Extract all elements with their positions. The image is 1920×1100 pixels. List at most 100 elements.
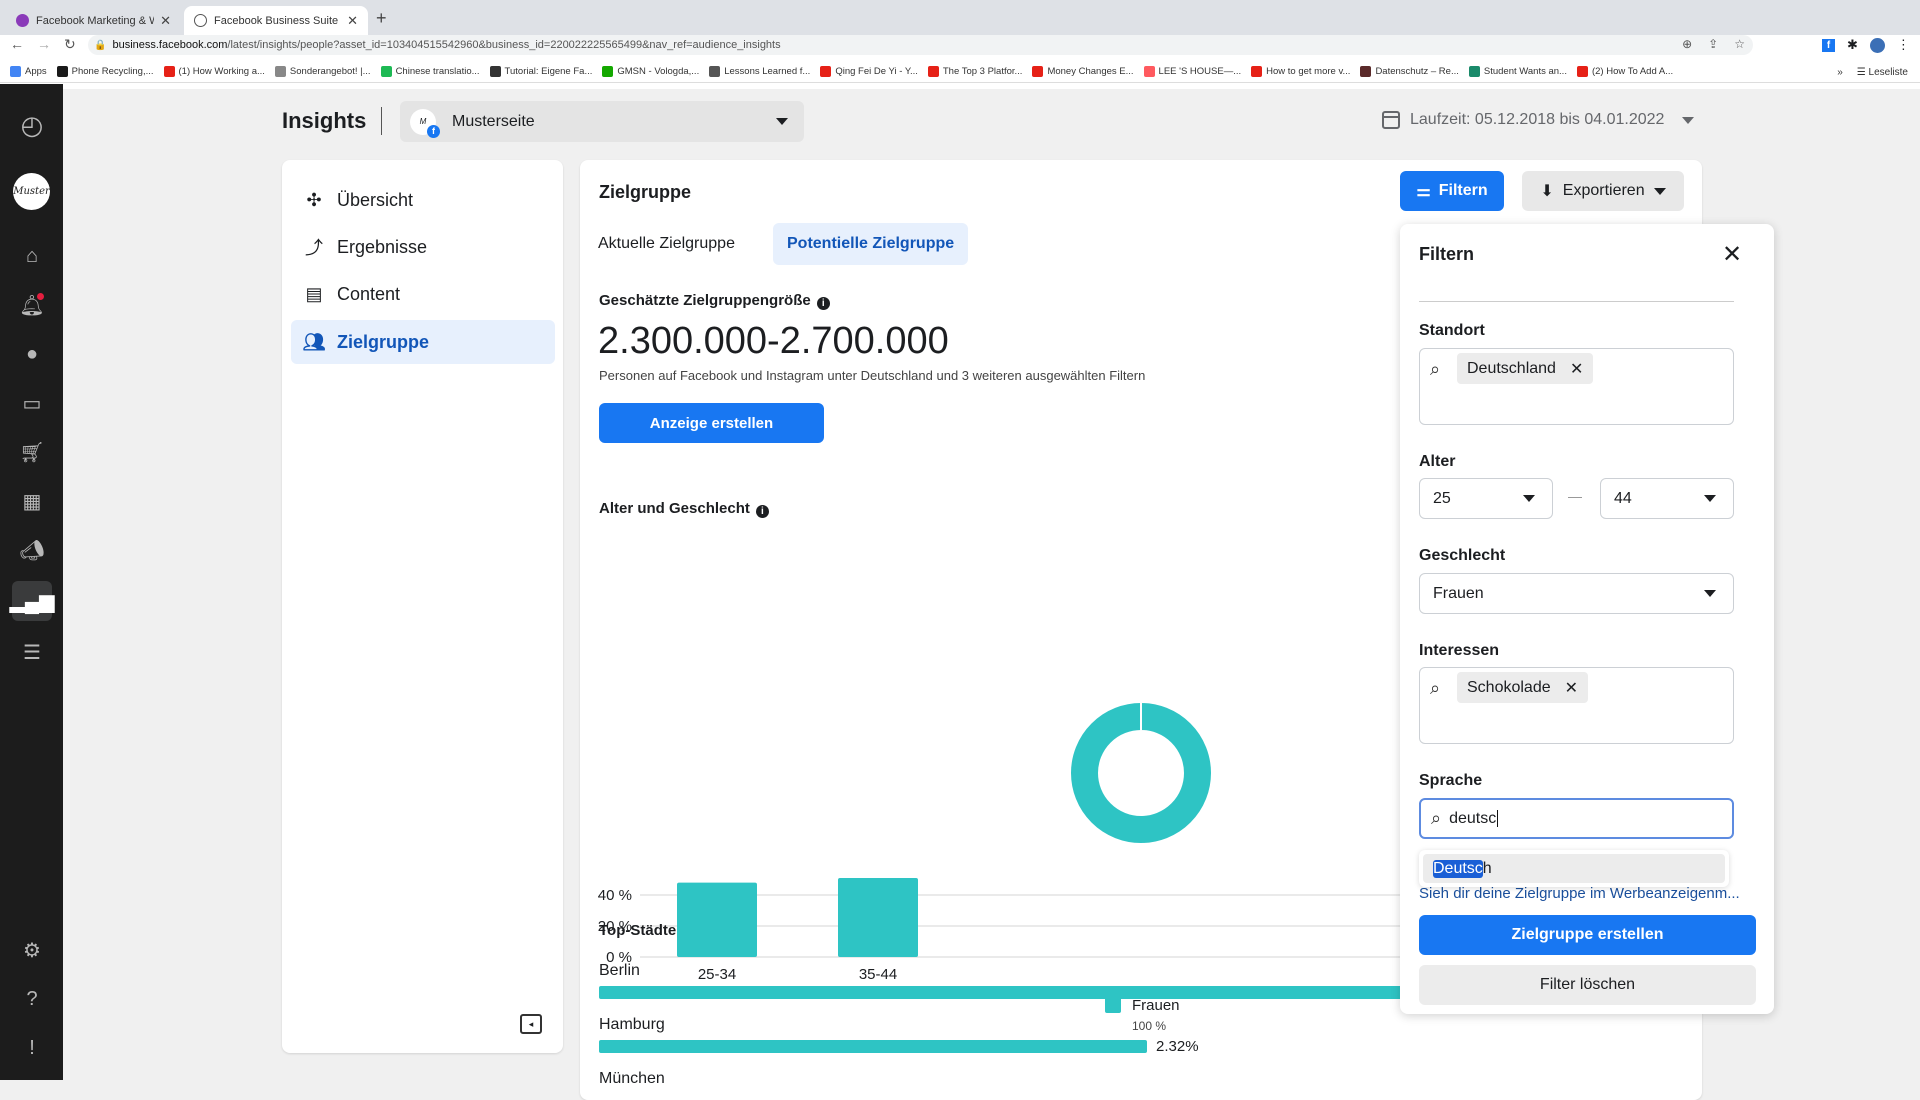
age-min-select[interactable]: 25	[1419, 478, 1553, 519]
bookmark-item[interactable]: Tutorial: Eigene Fa...	[489, 66, 592, 77]
info-icon[interactable]: i	[755, 505, 769, 518]
tab-current-audience[interactable]: Aktuelle Zielgruppe	[584, 223, 749, 265]
address-bar[interactable]: 🔒 business.facebook.com/latest/insights/…	[88, 35, 1753, 55]
create-ad-button[interactable]: Anzeige erstellen	[599, 403, 824, 443]
left-rail: ◴ Muster ⌂ 🔔︎ ● ▭ 🛒︎ ▦ 📣︎ ▂▄▆ ☰ ⚙ ? !	[0, 84, 63, 1080]
age-max-select[interactable]: 44	[1600, 478, 1734, 519]
bookmark-item[interactable]: Lessons Learned f...	[709, 66, 810, 77]
page-avatar[interactable]: Muster	[13, 173, 50, 210]
tab-favicon	[16, 14, 29, 27]
content-icon: ▤	[305, 283, 323, 304]
date-range-selector[interactable]: Laufzeit: 05.12.2018 bis 04.01.2022	[1382, 111, 1695, 129]
back-icon[interactable]: ←	[10, 36, 24, 54]
collapse-sidebar-icon[interactable]: ◂	[520, 1014, 542, 1034]
feedback-icon[interactable]: !	[12, 1028, 52, 1068]
close-tab-icon[interactable]: ✕	[160, 13, 171, 29]
remove-chip-icon[interactable]: ✕	[1570, 359, 1583, 379]
filter-button[interactable]: ⚌ Filtern	[1400, 171, 1504, 211]
reading-list-button[interactable]: ☰ Leseliste	[1857, 67, 1908, 78]
browser-tab-active[interactable]: Facebook Business Suite ✕	[184, 6, 368, 35]
bookmark-item[interactable]: (2) How To Add A...	[1576, 66, 1674, 77]
planner-icon[interactable]: ▦	[12, 481, 52, 521]
new-tab-icon[interactable]: +	[376, 8, 387, 29]
notifications-icon[interactable]: 🔔︎	[12, 285, 52, 325]
close-icon[interactable]: ✕	[1722, 240, 1742, 269]
ads-manager-link[interactable]: Sieh dir deine Zielgruppe im Werbeanzeig…	[1419, 885, 1754, 902]
notification-dot	[37, 293, 44, 300]
messages-icon[interactable]: ●	[12, 334, 52, 374]
bookmark-label: (2) How To Add A...	[1591, 66, 1674, 77]
location-input[interactable]: ⌕ Deutschland ✕	[1419, 348, 1734, 425]
home-icon[interactable]: ⌂	[12, 236, 52, 276]
business-suite-logo-icon[interactable]: ◴	[12, 105, 52, 145]
bookmarks-right: » ☰ Leseliste	[1837, 61, 1908, 83]
bookmark-item[interactable]: How to get more v...	[1251, 66, 1350, 77]
bookmark-label: LEE 'S HOUSE—...	[1158, 66, 1242, 77]
bookmark-item[interactable]: Apps	[10, 66, 47, 77]
chip-label: Deutschland	[1467, 359, 1556, 377]
city-share: 2.32%	[1156, 1038, 1199, 1055]
nav-item-audience[interactable]: 👥︎ Zielgruppe	[291, 320, 555, 364]
reload-icon[interactable]: ↻	[64, 36, 76, 54]
bookmark-label: Sonderangebot! |...	[289, 66, 371, 77]
bookmark-item[interactable]: Phone Recycling,...	[56, 66, 154, 77]
browser-tab[interactable]: Facebook Marketing & Werbea ✕	[6, 6, 181, 35]
bookmark-item[interactable]: Sonderangebot! |...	[274, 66, 371, 77]
settings-icon[interactable]: ⚙	[12, 930, 52, 970]
bookmark-star-icon[interactable]: ☆	[1734, 37, 1745, 51]
bookmark-item[interactable]: Qing Fei De Yi - Y...	[820, 66, 918, 77]
posts-icon[interactable]: ▭	[12, 383, 52, 423]
bookmark-label: How to get more v...	[1266, 66, 1351, 77]
chevron-down-icon	[1523, 495, 1535, 502]
browser-menu-icon[interactable]: ⋮	[1897, 37, 1910, 53]
divider	[1419, 301, 1734, 302]
bookmark-item[interactable]: Datenschutz – Re...	[1360, 66, 1459, 77]
clear-filter-button[interactable]: Filter löschen	[1419, 965, 1756, 1005]
page-name: Musterseite	[452, 112, 535, 130]
bookmark-item[interactable]: (1) How Working a...	[163, 66, 265, 77]
facebook-extension-icon[interactable]: f	[1822, 38, 1835, 52]
bookmark-item[interactable]: Student Wants an...	[1468, 66, 1567, 77]
range-dash	[1568, 497, 1582, 498]
url-domain: business.facebook.com	[112, 39, 228, 51]
export-button[interactable]: ⬇ Exportieren	[1522, 171, 1684, 211]
close-tab-icon[interactable]: ✕	[347, 13, 358, 29]
insights-icon[interactable]: ▂▄▆	[10, 581, 54, 621]
nav-item-content[interactable]: ▤ Content	[291, 272, 555, 316]
suggestion-option[interactable]: Deutsc h	[1423, 854, 1725, 883]
page-selector[interactable]: Mf Musterseite	[400, 101, 804, 142]
search-icon: ⌕	[1431, 808, 1442, 828]
bookmark-item[interactable]: GMSN - Vologda,...	[602, 66, 699, 77]
nav-item-overview[interactable]: ✣ Übersicht	[291, 178, 555, 222]
extensions-icon[interactable]: ✱	[1847, 37, 1858, 53]
nav-item-results[interactable]: ⤴ Ergebnisse	[291, 225, 555, 269]
browser-tabstrip: Facebook Marketing & Werbea ✕ Facebook B…	[0, 0, 1920, 35]
bookmark-item[interactable]: Money Changes E...	[1032, 66, 1134, 77]
remove-chip-icon[interactable]: ✕	[1565, 678, 1578, 698]
bookmark-item[interactable]: LEE 'S HOUSE—...	[1143, 66, 1242, 77]
tab-potential-audience[interactable]: Potentielle Zielgruppe	[773, 223, 969, 265]
gender-select[interactable]: Frauen	[1419, 573, 1734, 614]
profile-avatar[interactable]	[1869, 37, 1885, 53]
zoom-icon[interactable]: ⊕	[1682, 37, 1692, 51]
ads-megaphone-icon[interactable]: 📣︎	[12, 530, 52, 570]
bookmark-label: Student Wants an...	[1483, 66, 1567, 77]
bookmark-item[interactable]: The Top 3 Platfor...	[927, 66, 1022, 77]
bookmark-item[interactable]: Chinese translatio...	[380, 66, 480, 77]
bookmark-icon	[1143, 66, 1155, 77]
create-audience-button[interactable]: Zielgruppe erstellen	[1419, 915, 1756, 955]
more-bookmarks-icon[interactable]: »	[1837, 67, 1843, 78]
language-search-input[interactable]: ⌕ deutsc	[1419, 798, 1734, 839]
info-icon[interactable]: i	[816, 297, 830, 310]
nav-label: Zielgruppe	[337, 331, 430, 352]
bookmark-label: (1) How Working a...	[178, 66, 265, 77]
interests-input[interactable]: ⌕ Schokolade ✕	[1419, 667, 1734, 744]
gender-label: Geschlecht	[1419, 547, 1506, 564]
menu-icon[interactable]: ☰	[12, 632, 52, 672]
chevron-down-icon	[1682, 116, 1695, 124]
bookmark-icon	[1468, 66, 1480, 77]
help-icon[interactable]: ?	[12, 979, 52, 1019]
shop-icon[interactable]: 🛒︎	[12, 432, 52, 472]
forward-icon[interactable]: →	[37, 36, 51, 54]
share-icon[interactable]: ⇪	[1708, 37, 1718, 51]
